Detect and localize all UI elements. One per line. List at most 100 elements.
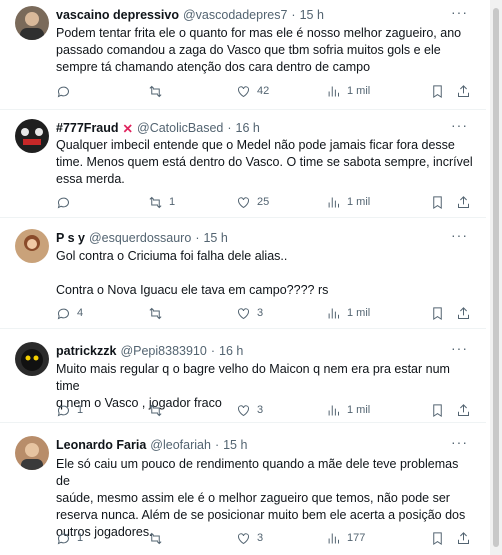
reply-count: 1 xyxy=(77,404,84,416)
like-count: 3 xyxy=(257,404,264,416)
action-bar: 1 25 1 mil xyxy=(56,193,474,211)
reply-icon xyxy=(57,86,69,97)
share-icon xyxy=(458,195,469,208)
tweet-text-line: saúde, mesmo assim ele é o melhor zaguei… xyxy=(56,491,450,505)
author-name[interactable]: #777Fraud xyxy=(56,121,119,135)
more-icon[interactable]: ··· xyxy=(451,340,468,356)
like-button[interactable]: 3 xyxy=(236,304,263,322)
views-button[interactable]: 1 mil xyxy=(326,82,370,100)
tweet-text-line: Qualquer imbecil entende que o Medel não… xyxy=(56,138,455,152)
bookmark-icon xyxy=(433,195,442,209)
action-bar: 4 3 1 mil xyxy=(56,304,474,322)
avatar[interactable] xyxy=(15,229,49,263)
like-button[interactable]: 3 xyxy=(236,529,263,547)
bookmark-icon xyxy=(433,403,442,417)
separator-dot: · xyxy=(227,121,232,135)
separator-dot: · xyxy=(195,231,200,245)
views-button[interactable]: 1 mil xyxy=(326,401,370,419)
like-button[interactable]: 42 xyxy=(236,82,269,100)
tweet[interactable]: patrickzzk @Pepi8383910 · 16 h ··· Muito… xyxy=(0,330,486,423)
views-count: 1 mil xyxy=(347,85,371,97)
author-handle[interactable]: @esquerdossauro xyxy=(89,231,191,245)
retweet-icon xyxy=(149,532,162,544)
share-button[interactable] xyxy=(456,401,471,419)
avatar[interactable] xyxy=(15,6,49,40)
bookmark-button[interactable] xyxy=(430,529,445,547)
tweet-text-line: essa merda. xyxy=(56,172,125,186)
reply-button[interactable] xyxy=(56,193,77,211)
timestamp[interactable]: 15 h xyxy=(203,231,227,245)
reply-button[interactable]: 1 xyxy=(56,529,83,547)
tweet[interactable]: P s y @esquerdossauro · 15 h ··· Gol con… xyxy=(0,219,486,329)
retweet-button[interactable] xyxy=(148,401,169,419)
author-handle[interactable]: @vascodadepres7 xyxy=(183,8,287,22)
avatar[interactable] xyxy=(15,436,49,470)
retweet-icon xyxy=(149,404,162,416)
share-button[interactable] xyxy=(456,193,471,211)
author-name[interactable]: Leonardo Faria xyxy=(56,438,146,452)
avatar[interactable] xyxy=(15,119,49,153)
bookmark-button[interactable] xyxy=(430,401,445,419)
bookmark-button[interactable] xyxy=(430,82,445,100)
like-icon xyxy=(238,85,249,97)
share-button[interactable] xyxy=(456,529,471,547)
more-icon[interactable]: ··· xyxy=(451,227,468,243)
scrollbar[interactable] xyxy=(490,0,502,555)
like-button[interactable]: 25 xyxy=(236,193,269,211)
tweet-header: vascaino depressivo @vascodadepres7 · 15… xyxy=(56,6,324,24)
reply-count: 4 xyxy=(77,307,84,319)
reply-icon xyxy=(57,197,69,208)
share-button[interactable] xyxy=(456,304,471,322)
scrollbar-thumb[interactable] xyxy=(493,8,499,547)
like-button[interactable]: 3 xyxy=(236,401,263,419)
reply-button[interactable] xyxy=(56,82,77,100)
more-icon[interactable]: ··· xyxy=(451,117,468,133)
share-icon xyxy=(458,84,469,97)
tweet[interactable]: vascaino depressivo @vascodadepres7 · 15… xyxy=(0,0,486,110)
like-count: 3 xyxy=(257,307,264,319)
timestamp[interactable]: 16 h xyxy=(236,121,260,135)
tweet-header: Leonardo Faria @leofariah · 15 h xyxy=(56,436,247,454)
more-icon[interactable]: ··· xyxy=(451,434,468,450)
views-icon xyxy=(328,197,339,207)
avatar[interactable] xyxy=(15,342,49,376)
tweet-header: #777Fraud ✕ @CatolicBased · 16 h xyxy=(56,119,260,137)
tweet-header: patrickzzk @Pepi8383910 · 16 h xyxy=(56,342,243,360)
cross-mark-icon: ✕ xyxy=(122,121,134,136)
tweet[interactable]: Leonardo Faria @leofariah · 15 h ··· Ele… xyxy=(0,424,486,555)
share-button[interactable] xyxy=(456,82,471,100)
author-name[interactable]: P s y xyxy=(56,231,85,245)
author-handle[interactable]: @leofariah xyxy=(150,438,211,452)
author-handle[interactable]: @Pepi8383910 xyxy=(120,344,206,358)
views-button[interactable]: 1 mil xyxy=(326,304,370,322)
retweet-button[interactable]: 1 xyxy=(148,193,175,211)
bookmark-icon xyxy=(433,306,442,320)
reply-button[interactable]: 4 xyxy=(56,304,83,322)
like-icon xyxy=(238,404,249,416)
more-icon[interactable]: ··· xyxy=(451,4,468,20)
author-handle[interactable]: @CatolicBased xyxy=(137,121,223,135)
tweet-text-line: Muito mais regular q o bagre velho do Ma… xyxy=(56,362,450,393)
retweet-button[interactable] xyxy=(148,529,169,547)
timestamp[interactable]: 16 h xyxy=(219,344,243,358)
timestamp[interactable]: 15 h xyxy=(300,8,324,22)
reply-icon xyxy=(57,533,69,544)
bookmark-button[interactable] xyxy=(430,193,445,211)
timestamp[interactable]: 15 h xyxy=(223,438,247,452)
author-name[interactable]: vascaino depressivo xyxy=(56,8,179,22)
author-name[interactable]: patrickzzk xyxy=(56,344,116,358)
bookmark-button[interactable] xyxy=(430,304,445,322)
retweet-icon xyxy=(149,85,162,97)
views-button[interactable]: 1 mil xyxy=(326,193,370,211)
action-bar: 1 3 177 xyxy=(56,529,474,547)
reply-button[interactable]: 1 xyxy=(56,401,83,419)
tweet-text-line: Contra o Nova Iguacu ele tava em campo??… xyxy=(56,283,329,297)
views-icon xyxy=(328,308,339,318)
retweet-button[interactable] xyxy=(148,82,169,100)
tweet[interactable]: #777Fraud ✕ @CatolicBased · 16 h ··· Qua… xyxy=(0,111,486,218)
like-count: 25 xyxy=(257,196,270,208)
retweet-button[interactable] xyxy=(148,304,169,322)
retweet-icon xyxy=(149,307,162,319)
views-button[interactable]: 177 xyxy=(326,529,365,547)
separator-dot: · xyxy=(210,344,215,358)
